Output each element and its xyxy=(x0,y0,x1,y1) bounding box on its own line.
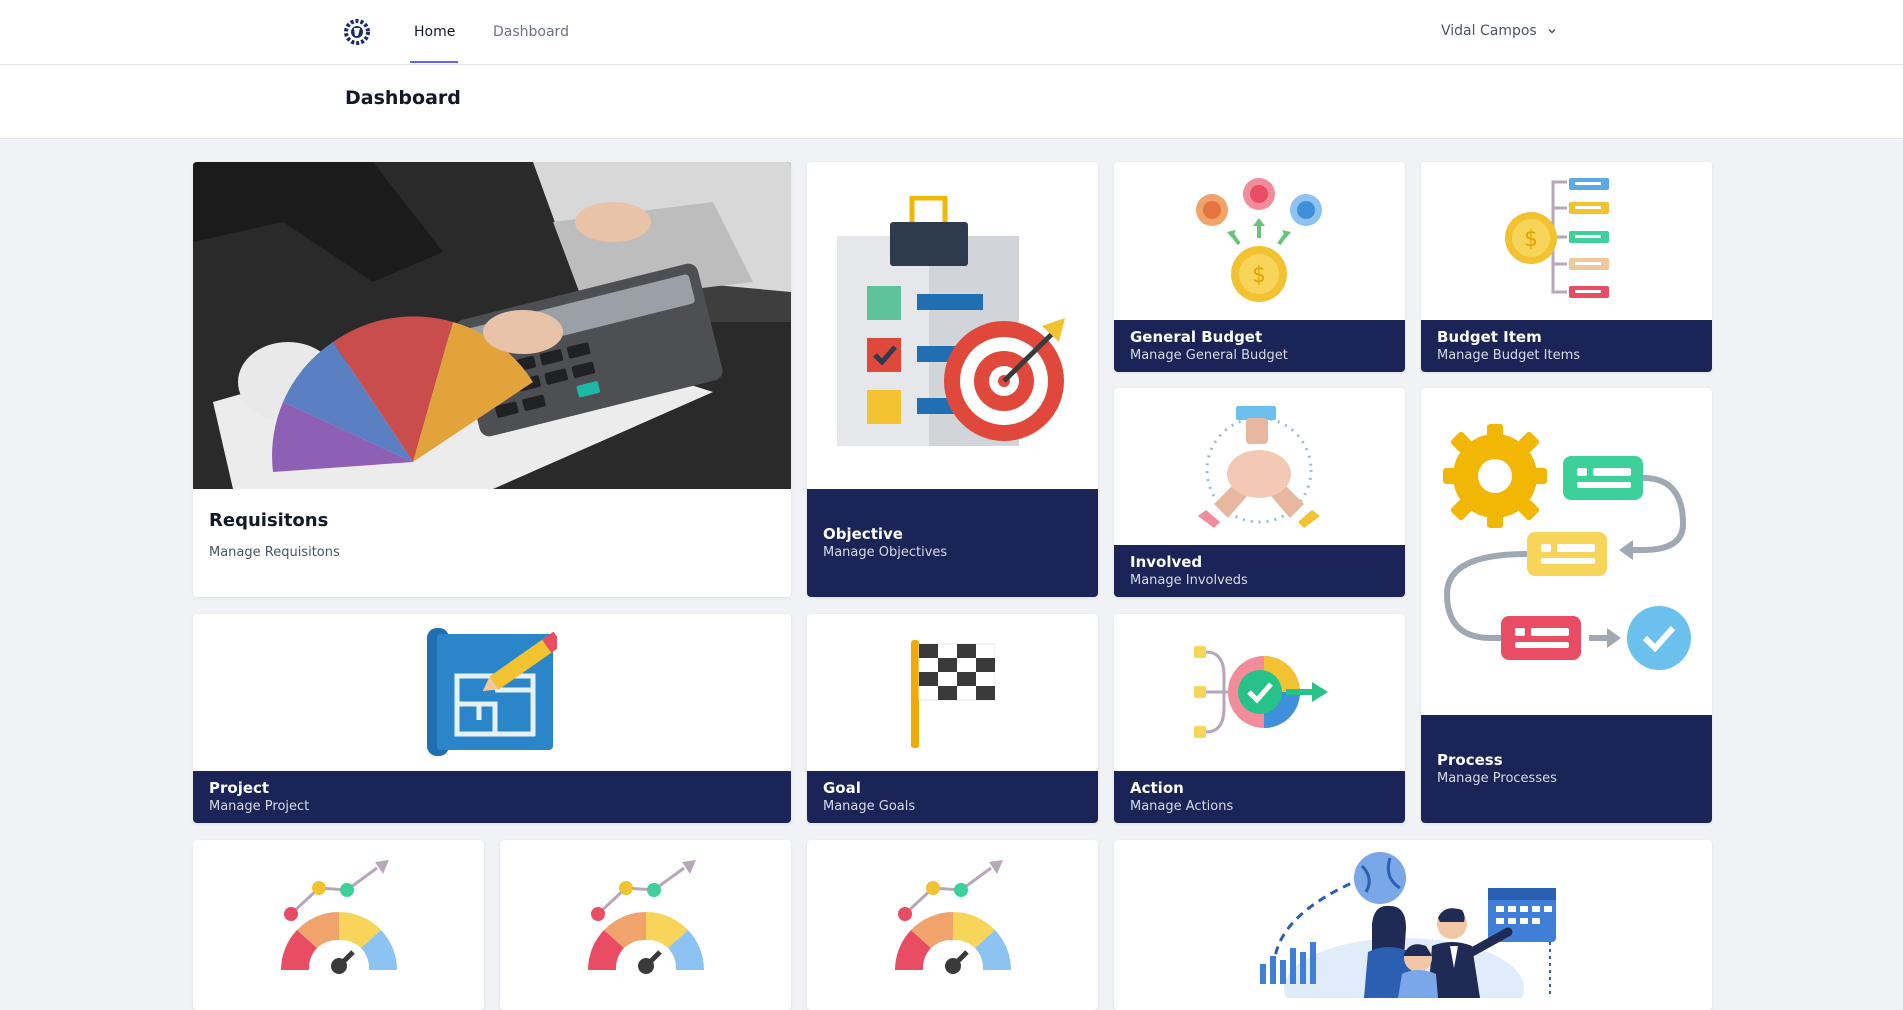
card-footer: Budget Item Manage Budget Items xyxy=(1421,320,1712,372)
card-gauge-2[interactable] xyxy=(500,840,791,1010)
card-title: Budget Item xyxy=(1437,328,1542,346)
card-objective[interactable]: Objective Manage Objectives xyxy=(807,162,1098,597)
page-header: Dashboard xyxy=(0,65,1903,139)
gauge-chart-icon xyxy=(895,860,1011,974)
svg-text:$: $ xyxy=(1252,263,1266,288)
requisitions-photo xyxy=(193,162,791,489)
svg-text:$: $ xyxy=(1524,227,1538,252)
card-budget-item[interactable]: $ Budget Item Manage Budget Items xyxy=(1421,162,1712,372)
card-subtitle: Manage Budget Items xyxy=(1437,348,1581,363)
page-title: Dashboard xyxy=(345,87,461,109)
card-team[interactable] xyxy=(1114,840,1712,1010)
card-action[interactable]: Action Manage Actions xyxy=(1114,614,1405,823)
card-gauge-3[interactable] xyxy=(807,840,1098,1010)
gauge-chart-icon xyxy=(588,860,704,974)
nav-home[interactable]: Home xyxy=(414,24,455,40)
card-footer: Project Manage Project xyxy=(193,771,791,823)
hands-together-icon xyxy=(1198,406,1320,528)
top-navbar: Home Dashboard Vidal Campos xyxy=(0,0,1903,65)
card-gauge-1[interactable] xyxy=(193,840,484,1010)
nav-active-indicator xyxy=(410,61,458,63)
card-footer: Objective Manage Objectives xyxy=(807,489,1098,597)
card-title: Objective xyxy=(823,525,903,543)
card-title: Involved xyxy=(1130,553,1203,571)
checkered-flag-icon xyxy=(911,640,995,748)
team-illustration-icon xyxy=(1260,852,1556,998)
user-menu[interactable]: Vidal Campos xyxy=(1441,23,1557,39)
card-footer: Goal Manage Goals xyxy=(807,771,1098,823)
card-subtitle: Manage Project xyxy=(209,799,310,814)
chevron-down-icon xyxy=(1548,28,1556,34)
card-subtitle: Manage Processes xyxy=(1437,771,1557,786)
card-title: Requisitons xyxy=(209,510,329,531)
card-project[interactable]: Project Manage Project xyxy=(193,614,791,823)
card-subtitle: Manage Goals xyxy=(823,799,916,814)
blueprint-icon xyxy=(427,628,557,756)
card-involved[interactable]: Involved Manage Involveds xyxy=(1114,388,1405,597)
card-title: Goal xyxy=(823,779,861,797)
card-goal[interactable]: Goal Manage Goals xyxy=(807,614,1098,823)
gauge-chart-icon xyxy=(281,860,397,974)
card-title: General Budget xyxy=(1130,328,1263,346)
card-general-budget[interactable]: $ General Budget Manage General Budget xyxy=(1114,162,1405,372)
card-title: Process xyxy=(1437,751,1503,769)
requisitions-body: Requisitons Manage Requisitons xyxy=(209,510,340,560)
card-title: Action xyxy=(1130,779,1184,797)
card-process[interactable]: Process Manage Processes xyxy=(1421,388,1712,823)
card-subtitle: Manage Involveds xyxy=(1130,573,1248,588)
card-title: Project xyxy=(209,779,270,797)
action-target-icon xyxy=(1194,646,1328,738)
budget-tree-icon: $ xyxy=(1505,178,1609,298)
card-footer: General Budget Manage General Budget xyxy=(1114,320,1405,372)
card-requisitions[interactable]: Requisitons Manage Requisitons xyxy=(193,162,791,597)
card-subtitle: Manage Actions xyxy=(1130,799,1234,814)
card-subtitle: Manage General Budget xyxy=(1130,348,1288,363)
coins-budget-icon: $ xyxy=(1196,178,1322,302)
card-footer: Action Manage Actions xyxy=(1114,771,1405,823)
nav-dashboard[interactable]: Dashboard xyxy=(493,24,569,40)
user-name: Vidal Campos xyxy=(1441,23,1537,39)
card-subtitle: Manage Objectives xyxy=(823,545,948,560)
gear-logo-icon[interactable] xyxy=(342,14,372,50)
objective-checklist-icon xyxy=(837,196,1065,446)
card-footer: Involved Manage Involveds xyxy=(1114,545,1405,597)
process-flow-icon xyxy=(1443,424,1691,670)
card-subtitle: Manage Requisitons xyxy=(209,545,340,560)
card-footer: Process Manage Processes xyxy=(1421,715,1712,823)
